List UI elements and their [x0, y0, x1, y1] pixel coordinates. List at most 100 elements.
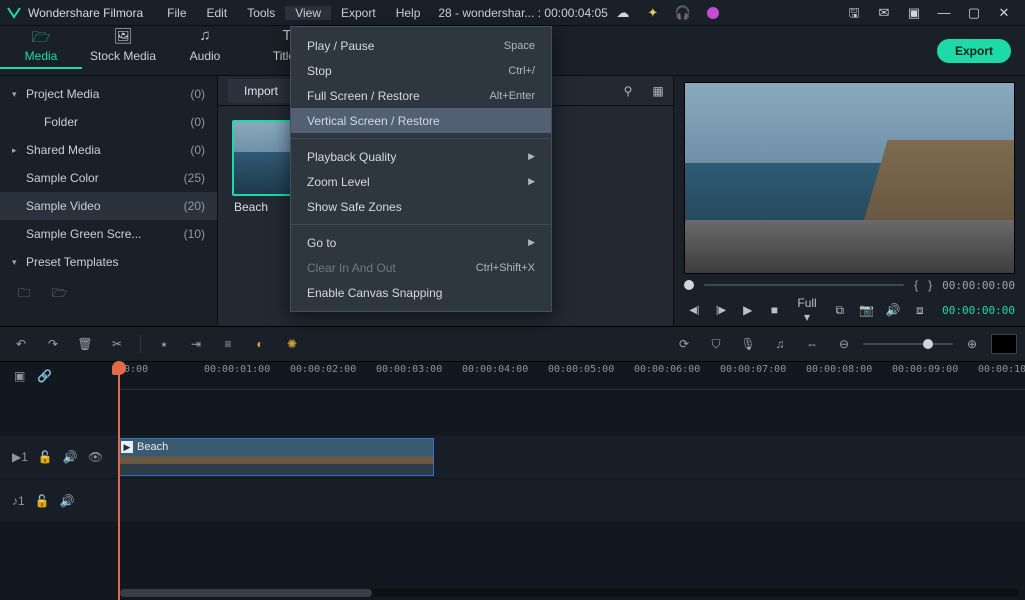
pip-icon[interactable]: ⧈	[909, 303, 930, 318]
zoom-slider[interactable]	[863, 343, 953, 345]
tips-icon[interactable]: ✦	[638, 0, 668, 26]
scrub-playhead-dot-icon[interactable]	[684, 280, 694, 290]
stop-button[interactable]: ■	[764, 303, 785, 317]
sidebar-item-shared-media[interactable]: ▸Shared Media(0)	[0, 136, 217, 164]
submenu-arrow-icon: ▶	[528, 176, 535, 187]
menu-item-stop[interactable]: StopCtrl+/	[291, 58, 551, 83]
timeline-toolbar: ↶ ↷ 🗑 ✂ ⭑ ⇥ ≡ ◐ ✺ ⟳ ⛉ 🎙 ♫ ⇔ ⊖ ⊕	[0, 326, 1025, 362]
window-minimize-icon[interactable]: —	[929, 0, 959, 26]
track-mute-icon[interactable]: 🔊	[60, 494, 75, 508]
redo-button[interactable]: ↷	[40, 337, 66, 351]
color-tool-icon[interactable]: ◐	[247, 337, 273, 351]
menu-item-tools[interactable]: Tools	[237, 6, 285, 20]
menu-item-export[interactable]: Export	[331, 6, 386, 20]
sidebar-item-sample-green-scre-[interactable]: Sample Green Scre...(10)	[0, 220, 217, 248]
undo-button[interactable]: ↶	[8, 337, 34, 351]
track-lock-icon[interactable]: 🔓	[38, 450, 53, 464]
ruler-tick: 00:00:06:00	[634, 364, 700, 375]
sidebar-footer: 🗀 🗁	[0, 276, 217, 313]
account-avatar-icon[interactable]	[698, 0, 728, 26]
scrub-track[interactable]	[704, 284, 904, 286]
timeline-clip[interactable]: ▶Beach	[118, 438, 434, 476]
cut-button[interactable]: ✂	[104, 337, 130, 351]
effects-tool-icon[interactable]: ✺	[279, 337, 305, 351]
grid-view-icon[interactable]: ▦	[643, 84, 673, 98]
sidebar-item-preset-templates[interactable]: ▾Preset Templates	[0, 248, 217, 276]
playhead[interactable]	[118, 362, 120, 600]
preview-canvas[interactable]	[684, 82, 1015, 274]
preview-timecode-right: 00:00:00:00	[942, 304, 1015, 317]
support-icon[interactable]: 🎧	[668, 0, 698, 26]
cloud-icon[interactable]: ☁	[608, 0, 638, 26]
next-frame-button[interactable]: |▶	[711, 305, 732, 316]
menu-item-playback-quality[interactable]: Playback Quality▶	[291, 144, 551, 169]
menu-item-go-to[interactable]: Go to▶	[291, 230, 551, 255]
menu-item-zoom-level[interactable]: Zoom Level▶	[291, 169, 551, 194]
marker-shield-icon[interactable]: ⛉	[703, 337, 729, 352]
window-maximize-icon[interactable]: ▢	[959, 0, 989, 26]
quality-dropdown[interactable]: Full ▾	[791, 296, 824, 324]
prev-frame-button[interactable]: ◀|	[684, 305, 705, 316]
sidebar-item-sample-video[interactable]: Sample Video(20)	[0, 192, 217, 220]
play-button[interactable]: ▶	[737, 303, 758, 317]
audio-wave-icon[interactable]: ≡	[215, 337, 241, 351]
project-title-timecode: 28 - wondershar... : 00:00:04:05	[438, 6, 607, 20]
import-button[interactable]: Import	[228, 79, 294, 103]
menu-item-play-pause[interactable]: Play / PauseSpace	[291, 33, 551, 58]
mail-icon[interactable]: ✉	[869, 0, 899, 26]
snapshot-icon[interactable]: 📷	[856, 303, 877, 317]
render-icon[interactable]: ⟳	[671, 337, 697, 351]
speed-icon[interactable]: ⇥	[183, 337, 209, 351]
settings-chip-icon[interactable]: ▣	[899, 0, 929, 26]
zoom-in-button[interactable]: ⊕	[959, 337, 985, 351]
clip-label: Beach	[137, 441, 168, 453]
menu-item-vertical-screen-restore[interactable]: Vertical Screen / Restore	[291, 108, 551, 133]
volume-icon[interactable]: 🔊	[883, 303, 904, 317]
new-folder-icon[interactable]: 🗀	[18, 284, 30, 305]
track-audio-icon: ♪1	[12, 494, 25, 508]
track-lock-icon[interactable]: 🔓	[35, 494, 50, 508]
menu-item-show-safe-zones[interactable]: Show Safe Zones	[291, 194, 551, 219]
mark-out-icon[interactable]: }	[928, 278, 932, 292]
timeline-hscroll[interactable]	[120, 589, 1019, 597]
export-button[interactable]: Export	[937, 39, 1011, 63]
menu-item-help[interactable]: Help	[386, 6, 431, 20]
filter-icon[interactable]: ⚲	[613, 84, 643, 98]
new-bin-icon[interactable]: 🗁	[52, 284, 67, 305]
display-mode-icon[interactable]: ⧉	[829, 303, 850, 318]
ruler-tick: 00:00:10:00	[978, 364, 1025, 375]
link-icon[interactable]: 🔗	[37, 369, 52, 383]
preview-timecode-left: 00:00:00:00	[942, 279, 1015, 292]
marker-icon[interactable]: ⭑	[151, 337, 177, 352]
audio-mixer-icon[interactable]: ♫	[767, 337, 793, 351]
sidebar-item-folder[interactable]: Folder(0)	[0, 108, 217, 136]
menu-item-edit[interactable]: Edit	[197, 6, 238, 20]
save-icon[interactable]: 🖫	[839, 0, 869, 26]
window-close-icon[interactable]: ✕	[989, 0, 1019, 26]
time-ruler[interactable]: 00:0000:00:01:0000:00:02:0000:00:03:0000…	[118, 362, 1025, 390]
menu-item-full-screen-restore[interactable]: Full Screen / RestoreAlt+Enter	[291, 83, 551, 108]
voiceover-icon[interactable]: 🎙	[735, 337, 761, 351]
audio-track-1: ♪1 🔓 🔊	[0, 478, 1025, 522]
track-visibility-icon[interactable]: 👁	[88, 450, 103, 464]
preview-scrubber[interactable]: { } 00:00:00:00	[684, 274, 1015, 296]
tab-stock-media[interactable]: 🖼Stock Media	[82, 27, 164, 75]
menu-item-view[interactable]: View	[285, 6, 331, 20]
fit-icon[interactable]: ⇔	[799, 337, 825, 351]
sidebar-item-sample-color[interactable]: Sample Color(25)	[0, 164, 217, 192]
menu-item-file[interactable]: File	[157, 6, 196, 20]
menu-divider	[291, 224, 551, 225]
menu-item-enable-canvas-snapping[interactable]: Enable Canvas Snapping	[291, 280, 551, 305]
zoom-out-button[interactable]: ⊖	[831, 337, 857, 351]
delete-button[interactable]: 🗑	[72, 337, 98, 351]
ruler-tick: 00:00:02:00	[290, 364, 356, 375]
tab-media[interactable]: 🗁Media	[0, 27, 82, 75]
video-track-1: ▶1 🔓 🔊 👁 ▶Beach	[0, 434, 1025, 478]
frame-preview-box	[991, 334, 1017, 354]
media-sidebar: ▾Project Media(0)Folder(0)▸Shared Media(…	[0, 76, 218, 326]
track-mute-icon[interactable]: 🔊	[63, 450, 78, 464]
sidebar-item-project-media[interactable]: ▾Project Media(0)	[0, 80, 217, 108]
tab-audio[interactable]: ♫Audio	[164, 27, 246, 75]
track-manager-icon[interactable]: ▣	[14, 369, 25, 383]
mark-in-icon[interactable]: {	[914, 278, 918, 292]
